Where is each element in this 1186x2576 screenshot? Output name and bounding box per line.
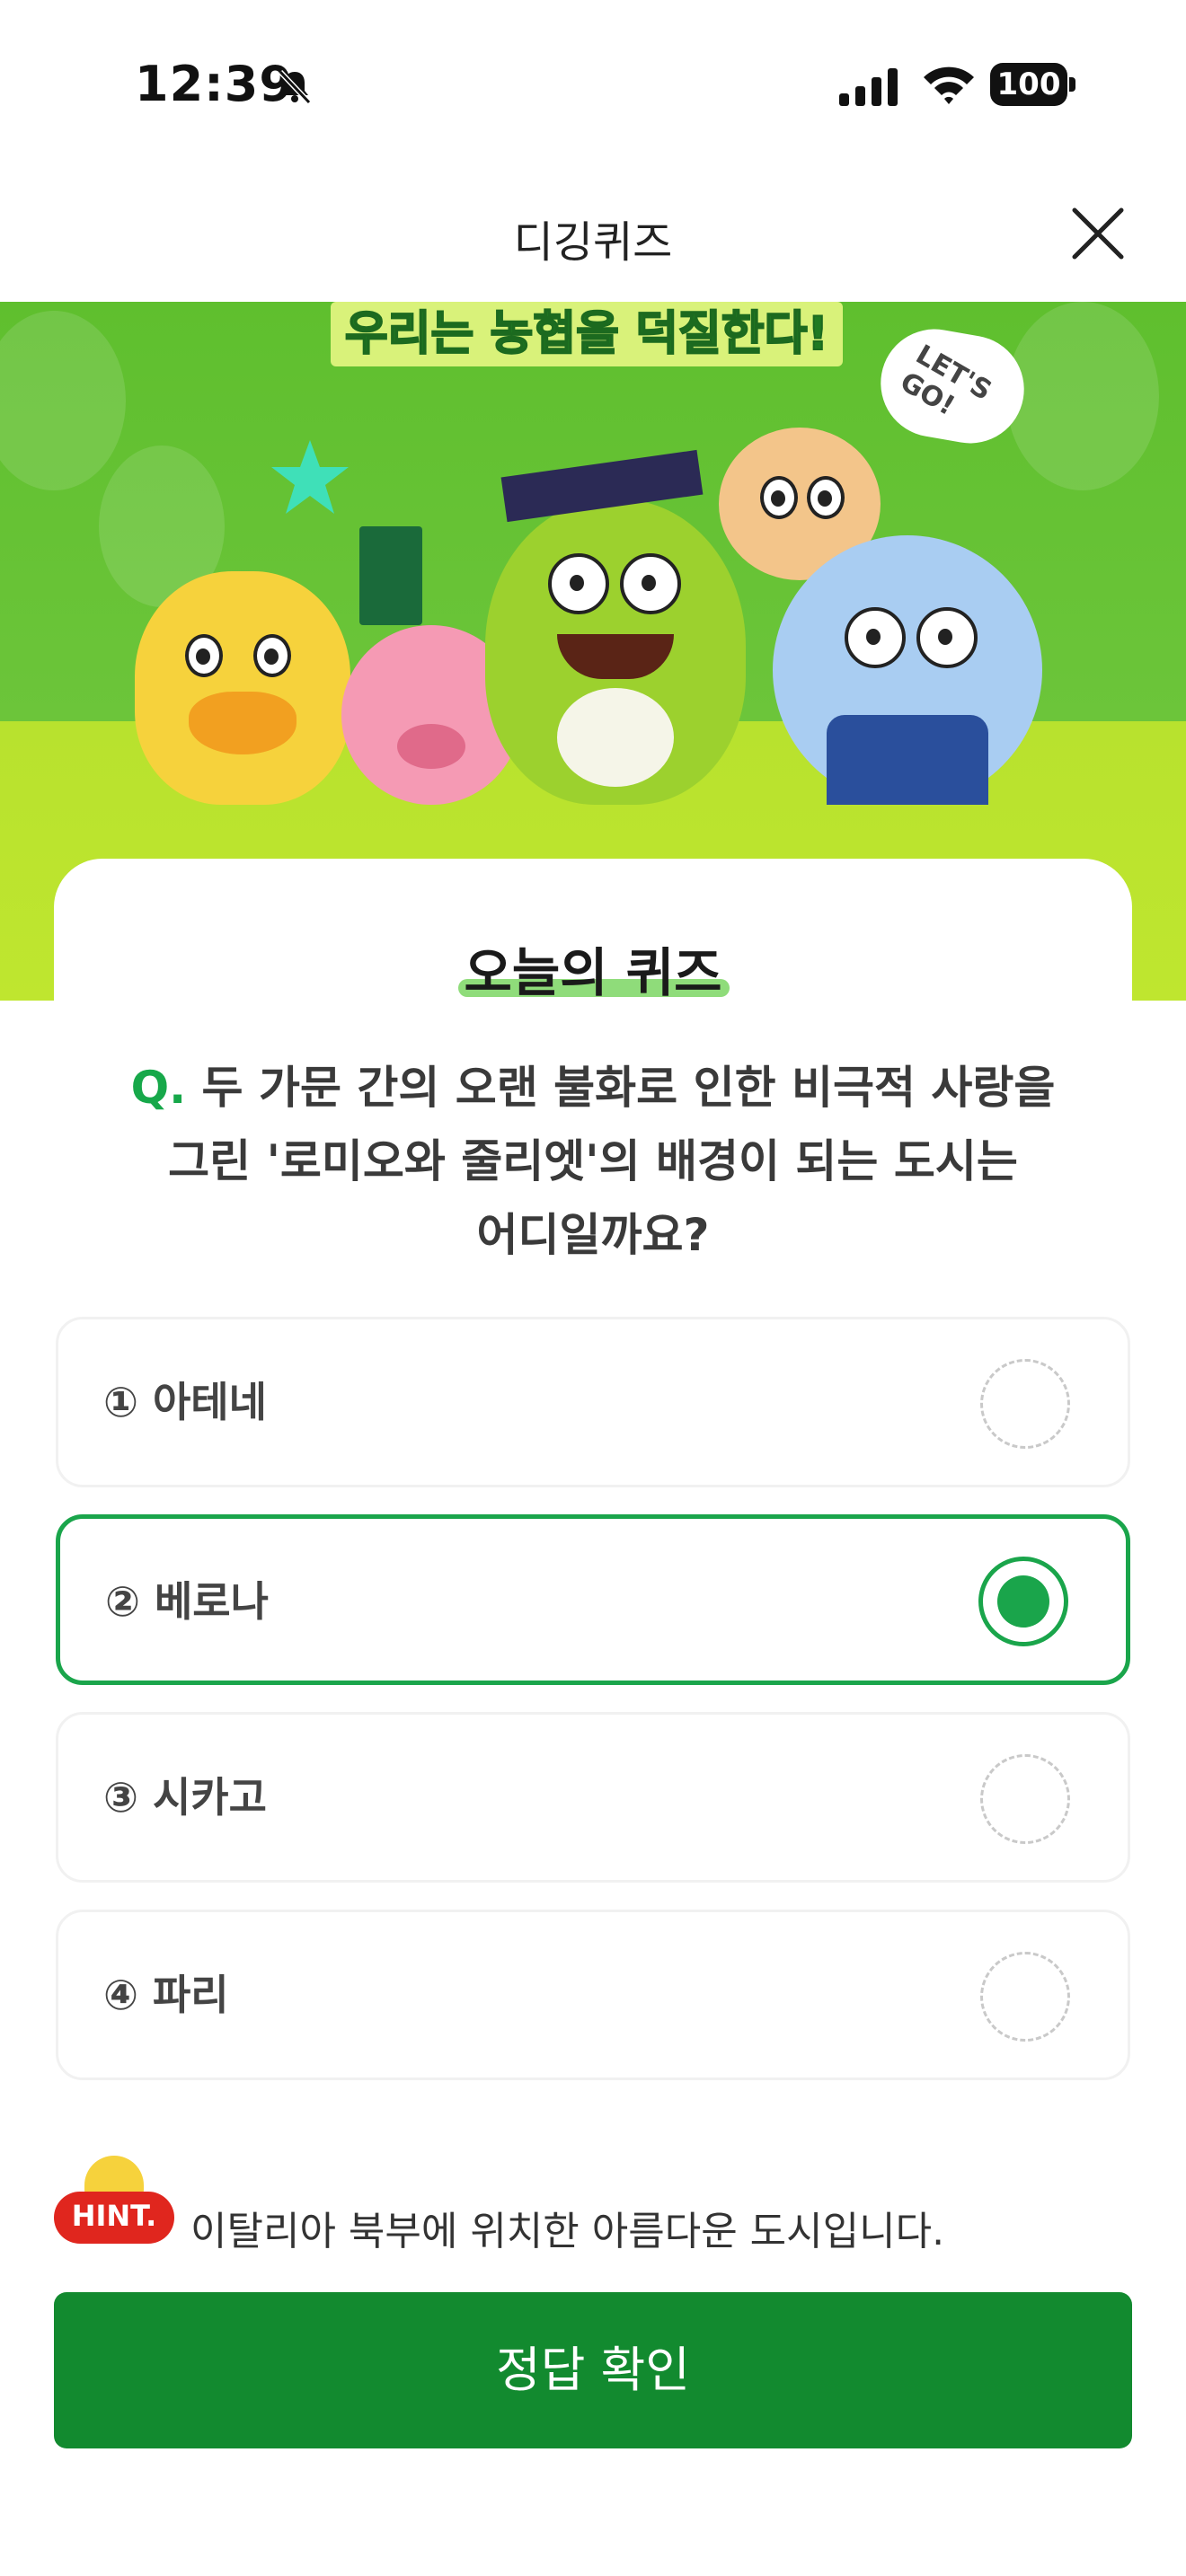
banner-headline: 우리는 농협을 덕질한다!: [331, 302, 843, 366]
quiz-question: Q. 두 가문 간의 오랜 불화로 인한 비극적 사랑을 그린 '로미오와 줄리…: [72, 1051, 1114, 1272]
answer-option-2[interactable]: ② 베로나: [56, 1514, 1130, 1685]
question-line-1: 두 가문 간의 오랜 불화로 인한 비극적 사랑을: [201, 1062, 1056, 1114]
answer-option-label: ④ 파리: [103, 1971, 229, 2019]
question-prefix: Q.: [130, 1062, 187, 1114]
hint-text: 이탈리아 북부에 위치한 아름다운 도시입니다.: [190, 2209, 945, 2254]
radio-selected-icon[interactable]: [978, 1557, 1068, 1646]
green-character: [485, 449, 746, 805]
nav-header: 디깅퀴즈: [0, 171, 1186, 302]
balloon-decoration: [0, 311, 126, 490]
confirm-answer-button[interactable]: 정답 확인: [54, 2292, 1132, 2448]
radio-unselected-icon[interactable]: [980, 1952, 1070, 2042]
hint-row: HINT. 이탈리아 북부에 위치한 아름다운 도시입니다.: [54, 2156, 1132, 2254]
question-line-2: 그린 '로미오와 줄리엣'의 배경이 되는 도시는: [168, 1135, 1018, 1187]
speech-bubble: LET'S GO!: [872, 321, 1033, 452]
answer-option-4[interactable]: ④ 파리: [56, 1910, 1130, 2080]
page-title: 디깅퀴즈: [513, 217, 673, 268]
yellow-character: [135, 571, 350, 805]
close-icon[interactable]: [1067, 203, 1128, 264]
status-bar: 12:39 100: [0, 0, 1186, 171]
answer-option-label: ③ 시카고: [103, 1773, 267, 1822]
green-book: [359, 526, 422, 625]
battery-level: 100: [990, 63, 1067, 106]
cellular-signal-icon: [839, 68, 898, 106]
answer-option-label: ② 베로나: [105, 1577, 269, 1626]
hint-badge-label: HINT.: [71, 2199, 157, 2233]
answer-option-label: ① 아테네: [103, 1378, 267, 1426]
status-time: 12:39: [135, 56, 294, 112]
battery-icon: 100: [990, 63, 1076, 106]
elephant-character: [773, 535, 1042, 805]
balloon-decoration: [1006, 302, 1159, 490]
quiz-heading: 오늘의 퀴즈: [464, 942, 722, 1003]
radio-unselected-icon[interactable]: [980, 1754, 1070, 1844]
bubble-text: LET'S GO!: [894, 339, 997, 422]
hint-badge: HINT.: [54, 2192, 174, 2244]
wifi-icon: [924, 66, 974, 104]
question-line-3: 어디일까요?: [476, 1209, 710, 1261]
bell-muted-icon: [278, 69, 312, 105]
radio-unselected-icon[interactable]: [980, 1359, 1070, 1449]
answer-option-3[interactable]: ③ 시카고: [56, 1712, 1130, 1883]
star-icon: [271, 440, 349, 514]
answer-option-1[interactable]: ① 아테네: [56, 1317, 1130, 1487]
